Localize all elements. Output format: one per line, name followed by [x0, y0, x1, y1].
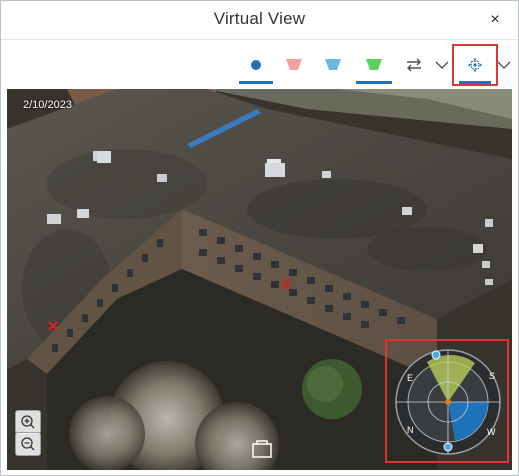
- frustum-red-button[interactable]: [275, 46, 313, 84]
- zoom-out-icon: [21, 437, 35, 451]
- point-mode-button[interactable]: [237, 46, 275, 84]
- point-mode-icon: [251, 60, 261, 70]
- compass-highlight: [385, 339, 509, 463]
- toolbar: [1, 40, 518, 90]
- swap-icon: [407, 58, 421, 72]
- aerial-viewport[interactable]: 2/10/2023 E S N W: [7, 89, 512, 470]
- swap-dropdown-button[interactable]: [431, 46, 453, 84]
- chevron-down-icon: [435, 61, 449, 69]
- active-indicator: [356, 81, 392, 84]
- window-title: Virtual View: [213, 9, 306, 28]
- active-indicator: [239, 81, 273, 84]
- frustum-blue-button[interactable]: [314, 46, 352, 84]
- zoom-out-button[interactable]: [15, 432, 41, 456]
- frustum-green-icon: [366, 59, 382, 70]
- capture-date: 2/10/2023: [23, 99, 72, 111]
- close-button[interactable]: ×: [486, 11, 504, 29]
- zoom-in-icon: [21, 415, 35, 429]
- virtual-view-dialog: Virtual View × 2/10/2023 E S N W: [0, 0, 519, 476]
- pan-button-highlight: [452, 44, 498, 86]
- swap-button[interactable]: [401, 46, 427, 84]
- frustum-red-icon: [286, 59, 302, 70]
- frustum-blue-icon: [325, 59, 341, 70]
- chevron-down-icon: [497, 61, 511, 69]
- frustum-green-button[interactable]: [354, 46, 394, 84]
- zoom-in-button[interactable]: [15, 410, 41, 434]
- title-bar: Virtual View ×: [1, 1, 518, 40]
